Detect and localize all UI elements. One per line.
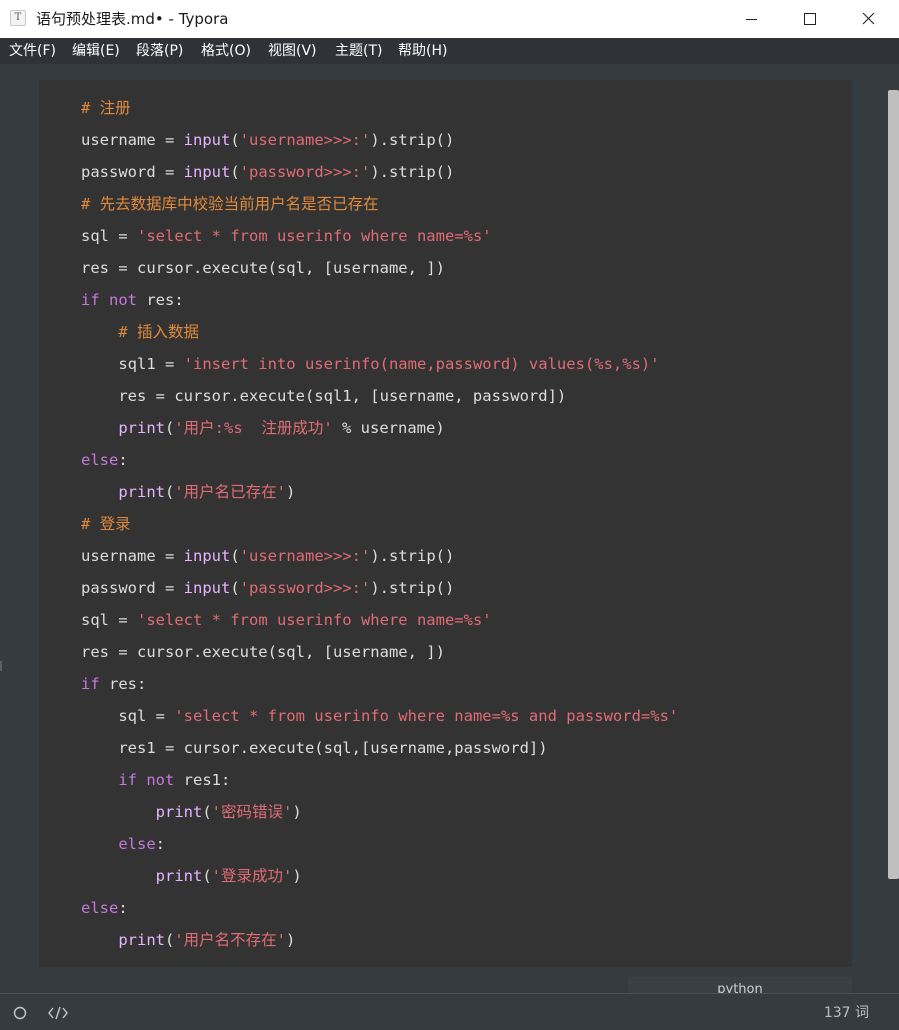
status-bar: 137 词	[0, 993, 899, 1030]
menu-theme[interactable]: 主题(T)	[335, 42, 382, 60]
close-button[interactable]	[839, 0, 897, 38]
typora-app-icon: T	[10, 10, 26, 26]
sidebar-toggle-button[interactable]	[11, 1004, 29, 1022]
code-line[interactable]: else:	[81, 828, 165, 860]
code-line[interactable]: if res:	[81, 668, 146, 700]
code-line[interactable]: print('用户:%s 注册成功' % username)	[81, 412, 444, 444]
minimize-icon	[746, 19, 757, 20]
code-line[interactable]: password = input('password>>>:').strip()	[81, 156, 454, 188]
maximize-icon	[804, 13, 816, 25]
code-line[interactable]: print('登录成功')	[81, 860, 302, 892]
code-line[interactable]: if not res1:	[81, 764, 230, 796]
code-line[interactable]: sql1 = 'insert into userinfo(name,passwo…	[81, 348, 659, 380]
code-line[interactable]: res1 = cursor.execute(sql,[username,pass…	[81, 732, 547, 764]
menu-help[interactable]: 帮助(H)	[398, 42, 447, 60]
source-code-mode-button[interactable]	[47, 1004, 69, 1022]
word-count[interactable]: 137 词	[824, 1003, 869, 1023]
maximize-button[interactable]	[781, 0, 839, 38]
vertical-scrollbar[interactable]	[888, 90, 899, 879]
menu-bar: 文件(F) 编辑(E) 段落(P) 格式(O) 视图(V) 主题(T) 帮助(H…	[0, 38, 899, 64]
title-bar: T 语句预处理表.md• - Typora	[0, 0, 899, 38]
code-line[interactable]: username = input('username>>>:').strip()	[81, 540, 454, 572]
window-title: 语句预处理表.md• - Typora	[36, 10, 229, 28]
code-line[interactable]: res = cursor.execute(sql, [username, ])	[81, 252, 445, 284]
code-line[interactable]: sql = 'select * from userinfo where name…	[81, 220, 492, 252]
code-line[interactable]: if not res:	[81, 284, 184, 316]
code-line[interactable]: print('用户名不存在')	[81, 924, 295, 956]
code-line[interactable]: print('密码错误')	[81, 796, 302, 828]
code-block[interactable]: # 注册 username = input('username>>>:').str…	[39, 80, 852, 967]
editor-edge-marker	[0, 661, 2, 671]
menu-format[interactable]: 格式(O)	[201, 42, 251, 60]
sidebar-toggle-icon	[13, 1006, 27, 1020]
minimize-button[interactable]	[723, 0, 781, 38]
code-language-label[interactable]: python	[628, 977, 852, 993]
code-line[interactable]: res = cursor.execute(sql, [username, ])	[81, 636, 445, 668]
code-line[interactable]: # 插入数据	[81, 316, 199, 348]
menu-view[interactable]: 视图(V)	[268, 42, 317, 60]
code-line[interactable]: # 先去数据库中校验当前用户名是否已存在	[81, 188, 379, 220]
menu-edit[interactable]: 编辑(E)	[72, 42, 120, 60]
code-line[interactable]: else:	[81, 444, 128, 476]
code-line[interactable]: sql = 'select * from userinfo where name…	[81, 604, 492, 636]
code-line[interactable]: else:	[81, 892, 128, 924]
code-line[interactable]: # 注册	[81, 92, 131, 124]
code-line[interactable]: # 登录	[81, 508, 131, 540]
code-line[interactable]: sql = 'select * from userinfo where name…	[81, 700, 678, 732]
menu-file[interactable]: 文件(F)	[9, 42, 56, 60]
code-line[interactable]: password = input('password>>>:').strip()	[81, 572, 454, 604]
menu-paragraph[interactable]: 段落(P)	[136, 42, 183, 60]
source-code-icon	[48, 1006, 68, 1020]
code-line[interactable]: print('用户名已存在')	[81, 476, 295, 508]
code-line[interactable]: res = cursor.execute(sql1, [username, pa…	[81, 380, 566, 412]
code-line[interactable]: username = input('username>>>:').strip()	[81, 124, 454, 156]
editor-area[interactable]: # 注册 username = input('username>>>:').str…	[0, 64, 899, 993]
close-icon	[862, 12, 875, 25]
